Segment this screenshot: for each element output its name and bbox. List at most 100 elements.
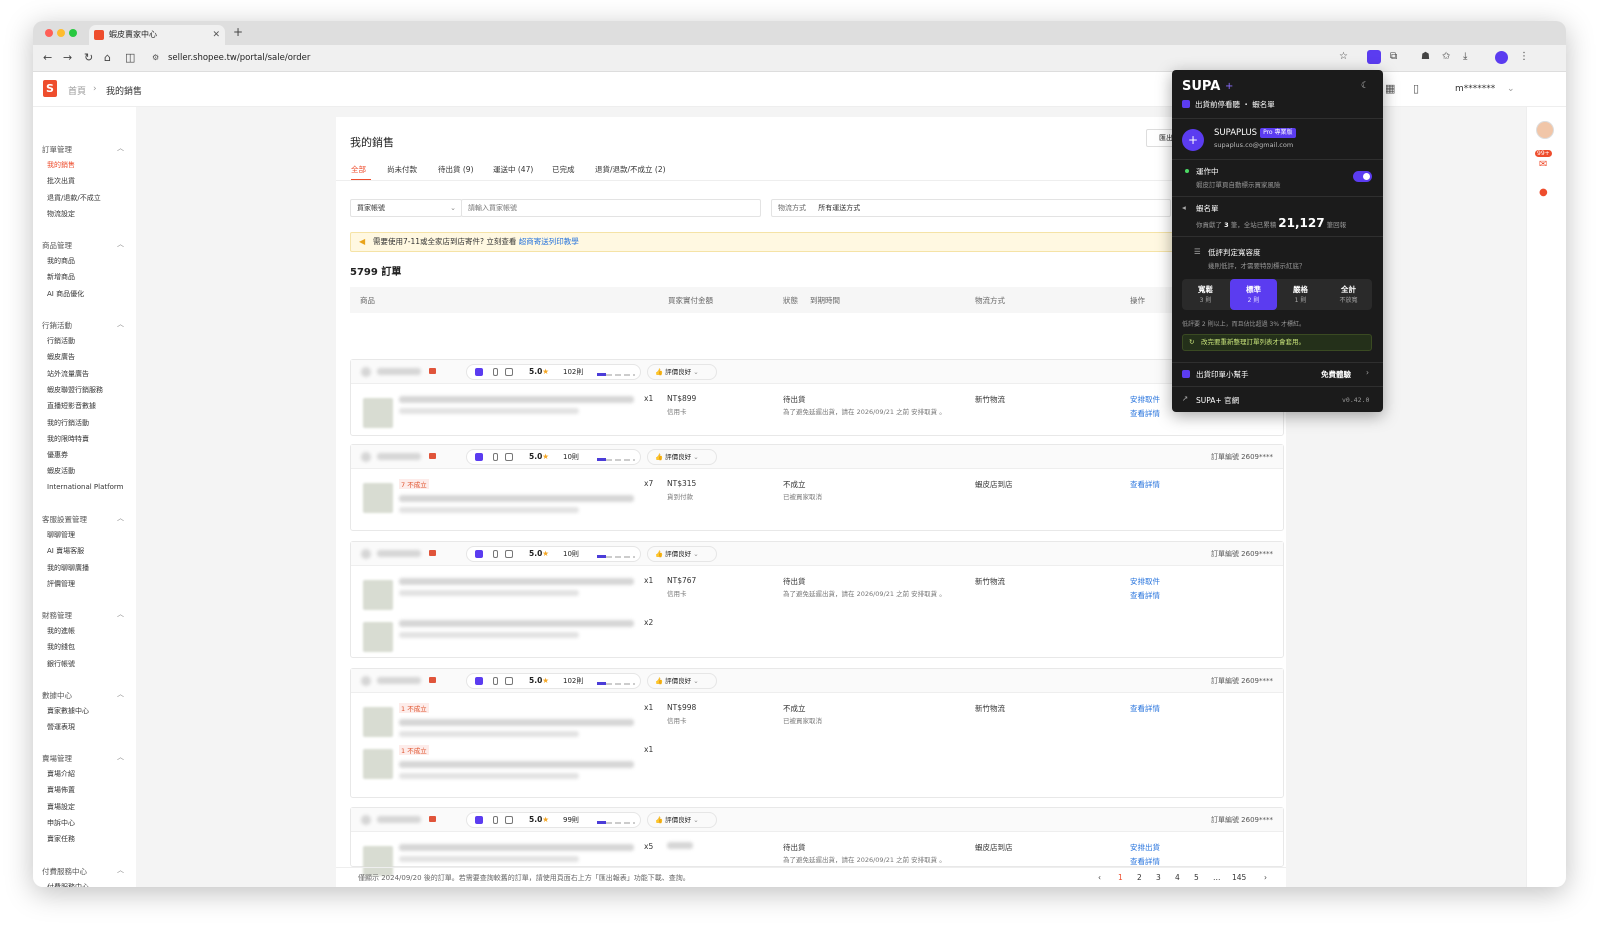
sidebar-item[interactable]: 物流設定 [47, 209, 75, 219]
close-window-button[interactable] [45, 29, 53, 37]
chat-icon[interactable] [429, 816, 436, 822]
level-all[interactable]: 全計 不放寬 [1325, 279, 1372, 310]
product-name[interactable] [399, 761, 634, 768]
sidebar-item[interactable]: 蝦皮聯盟行銷服務 [47, 385, 103, 395]
order-action-details[interactable]: 查看詳情 [1130, 408, 1160, 419]
level-loose[interactable]: 寬鬆 3 則 [1182, 279, 1229, 310]
account-chevron-down-icon[interactable]: ⌄ [1507, 84, 1515, 94]
buyer-filter-select[interactable]: 買家帳號 ⌄ [350, 199, 462, 217]
page-4[interactable]: 4 [1175, 873, 1180, 882]
download-icon[interactable]: ⤓ [1463, 51, 1467, 62]
notice-link[interactable]: 超商寄送列印教學 [519, 237, 579, 246]
sidebar-item[interactable]: 評價管理 [47, 579, 75, 589]
buyer-search-input[interactable] [461, 199, 761, 217]
sidebar-item[interactable]: 我的限時特賣 [47, 434, 89, 444]
chevron-up-icon[interactable]: ︿ [117, 513, 124, 523]
reading-list-icon[interactable]: ✩ [1442, 51, 1450, 62]
sidebar-item[interactable]: 批次出貨 [47, 176, 75, 186]
sidebar-item[interactable]: 我的銷售 [47, 160, 75, 170]
page-1[interactable]: 1 [1118, 873, 1123, 882]
extensions-icon[interactable]: ⧉ [1390, 51, 1397, 62]
helper-action[interactable]: 免費體驗 [1321, 369, 1351, 380]
level-strict[interactable]: 嚴格 1 則 [1277, 279, 1324, 310]
product-name[interactable] [399, 719, 634, 726]
review-dropdown[interactable]: 👍 評價良好 ⌄ [647, 673, 717, 689]
sidebar-item[interactable]: 賣場佈置 [47, 785, 75, 795]
order-action-primary[interactable]: 安排取件 [1130, 576, 1160, 587]
sidebar-item[interactable]: 我的聊聊廣播 [47, 563, 89, 573]
close-tab-icon[interactable]: ✕ [212, 25, 220, 45]
sidebar-item[interactable]: 付費服務中心 [47, 882, 89, 887]
tab-to-ship[interactable]: 待出貨 (9) [438, 164, 474, 175]
sidebar-item[interactable]: 我的進帳 [47, 626, 75, 636]
sidebar-item[interactable]: 申訴中心 [47, 818, 75, 828]
page-3[interactable]: 3 [1156, 873, 1161, 882]
incognito-icon[interactable]: ☗ [1421, 51, 1430, 62]
sidebar-item[interactable]: 直播短影音數據 [47, 401, 96, 411]
sidebar-section-title[interactable]: 賣場管理 ︿ [42, 753, 124, 764]
url-field[interactable]: ⚙ seller.shopee.tw/portal/sale/order [145, 48, 1345, 68]
sidebar-item[interactable]: 我的商品 [47, 256, 75, 266]
sidebar-item[interactable]: AI 賣場客服 [47, 546, 84, 556]
site-link[interactable]: SUPA+ 官網 [1196, 395, 1239, 406]
sidebar-item[interactable]: 優惠券 [47, 450, 68, 460]
chevron-up-icon[interactable]: ︿ [117, 752, 124, 762]
tab-returns[interactable]: 退貨/退款/不成立 (2) [595, 164, 666, 175]
sidebar-section-title[interactable]: 行銷活動 ︿ [42, 320, 124, 331]
next-page-icon[interactable]: › [1264, 873, 1267, 882]
review-dropdown[interactable]: 👍 評價良好 ⌄ [647, 812, 717, 828]
product-name[interactable] [399, 495, 634, 502]
browser-menu-icon[interactable]: ⋮ [1519, 51, 1529, 62]
new-tab-icon[interactable]: + [233, 25, 243, 39]
moon-icon[interactable]: ☾ [1361, 81, 1369, 91]
breadcrumb-home[interactable]: 首頁 [68, 84, 86, 97]
product-image[interactable] [363, 483, 393, 513]
chat-icon[interactable] [429, 453, 436, 459]
sidebar-item[interactable]: 賣家數據中心 [47, 706, 89, 716]
chevron-up-icon[interactable]: ︿ [117, 609, 124, 619]
sidebar-item[interactable]: 蝦皮活動 [47, 466, 75, 476]
chevron-up-icon[interactable]: ︿ [117, 239, 124, 249]
sidebar-section-title[interactable]: 商品管理 ︿ [42, 240, 124, 251]
prev-page-icon[interactable]: ‹ [1098, 873, 1101, 882]
product-name[interactable] [399, 620, 634, 627]
sidebar-item[interactable]: 新增商品 [47, 272, 75, 282]
order-action-primary[interactable]: 查看詳情 [1130, 479, 1160, 490]
chat-icon[interactable] [429, 677, 436, 683]
tab-completed[interactable]: 已完成 [552, 164, 575, 175]
review-dropdown[interactable]: 👍 評價良好 ⌄ [647, 364, 717, 380]
product-image[interactable] [363, 398, 393, 428]
sidebar-item[interactable]: AI 商品優化 [47, 289, 84, 299]
maximize-window-button[interactable] [69, 29, 77, 37]
sidebar-section-title[interactable]: 數據中心 ︿ [42, 690, 124, 701]
bookmark-star-icon[interactable]: ☆ [1339, 51, 1348, 62]
sidebar-item[interactable]: International Platform [47, 483, 123, 491]
home-icon[interactable]: ⌂ [104, 51, 111, 64]
shopee-logo-icon[interactable]: S [43, 80, 57, 97]
avatar[interactable] [1536, 121, 1554, 139]
sidebar-item[interactable]: 蝦皮廣告 [47, 352, 75, 362]
page-5[interactable]: 5 [1194, 873, 1199, 882]
chat-icon[interactable]: ● [1539, 187, 1548, 198]
product-name[interactable] [399, 578, 634, 585]
chat-icon[interactable] [429, 550, 436, 556]
chevron-up-icon[interactable]: ︿ [117, 319, 124, 329]
sidebar-item[interactable]: 賣家任務 [47, 834, 75, 844]
order-action-primary[interactable]: 安排取件 [1130, 394, 1160, 405]
minimize-window-button[interactable] [57, 29, 65, 37]
sidebar-item[interactable]: 站外流量廣告 [47, 369, 89, 379]
tab-unpaid[interactable]: 尚未付款 [387, 164, 417, 175]
level-standard[interactable]: 標準 2 則 [1230, 279, 1277, 310]
chevron-up-icon[interactable]: ︿ [117, 689, 124, 699]
sidebar-item[interactable]: 銀行帳號 [47, 659, 75, 669]
sidebar-section-title[interactable]: 財務管理 ︿ [42, 610, 124, 621]
forward-icon[interactable]: → [63, 51, 72, 64]
product-name[interactable] [399, 396, 634, 403]
browser-tab[interactable]: 蝦皮賣家中心 ✕ [89, 25, 225, 45]
running-toggle[interactable] [1353, 171, 1372, 182]
back-icon[interactable]: ← [43, 51, 52, 64]
product-image[interactable] [363, 707, 393, 737]
order-action-primary[interactable]: 安排出貨 [1130, 842, 1160, 853]
page-2[interactable]: 2 [1137, 873, 1142, 882]
apps-grid-icon[interactable]: ▦ [1385, 82, 1395, 95]
